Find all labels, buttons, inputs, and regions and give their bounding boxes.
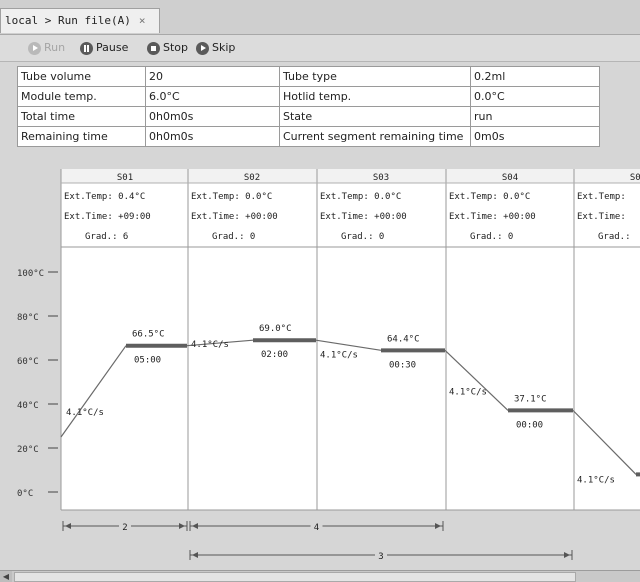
segment-remaining-value: 0m0s (470, 126, 600, 147)
state-label: State (279, 106, 471, 127)
loop-count-label: 2 (122, 523, 127, 533)
loop-arrow-icon (564, 552, 570, 558)
hotlid-temp-label: Hotlid temp. (279, 86, 471, 107)
segment-name: S04 (502, 173, 518, 183)
segment-ext-time: Ext.Time: +00:00 (449, 212, 536, 222)
segment-grad: Grad.: 0 (341, 232, 384, 242)
temperature-profile-chart: 100°C 80°C 60°C 40°C 20°C 0°C S01 Ext.Temp: 0.4… (17, 169, 640, 562)
loop-arrow-icon (435, 523, 441, 529)
play-icon (28, 41, 41, 55)
tab-run-file[interactable]: local > Run file(A) × (0, 8, 160, 33)
segment-remaining-label: Current segment remaining time (279, 126, 471, 147)
run-button[interactable]: Run (28, 39, 65, 57)
tube-volume-label: Tube volume (17, 66, 146, 87)
hold-time-label: 00:30 (389, 360, 416, 370)
segment-header-strip (61, 169, 640, 183)
module-temp-value: 6.0°C (145, 86, 280, 107)
segment-ext-temp: Ext.Temp: 0.0°C (320, 192, 401, 202)
segment-grad: Grad.: 0 (212, 232, 255, 242)
remaining-time-label: Remaining time (17, 126, 146, 147)
segment-grad: Grad.: (598, 232, 631, 242)
ramp-rate-label: 4.1°C/s (320, 350, 358, 360)
table-row: Tube volume 20 Tube type 0.2ml (17, 66, 600, 87)
y-tick-label: 60°C (17, 357, 39, 367)
total-time-label: Total time (17, 106, 146, 127)
loop-count-label: 3 (378, 552, 383, 562)
segment-ext-temp: Ext.Temp: 0.4°C (64, 192, 145, 202)
close-icon[interactable]: × (139, 14, 146, 27)
y-tick-label: 100°C (17, 269, 44, 279)
ramp-rate-label: 4.1°C/s (66, 408, 104, 418)
tube-type-value: 0.2ml (470, 66, 600, 87)
segment-ext-temp: Ext.Temp: 0.0°C (191, 192, 272, 202)
table-row: Module temp. 6.0°C Hotlid temp. 0.0°C (17, 86, 600, 107)
hold-time-label: 02:00 (261, 350, 288, 360)
hold-temp-label: 69.0°C (259, 324, 292, 334)
segment-name: S05 (630, 173, 640, 183)
segment-ext-temp: Ext.Temp: 0.0°C (449, 192, 530, 202)
ramp-rate-label: 4.1°C/s (577, 475, 615, 485)
loop-arrow-icon (192, 523, 198, 529)
stop-button[interactable]: Stop (147, 39, 188, 57)
run-info-table: Tube volume 20 Tube type 0.2ml Module te… (17, 66, 600, 147)
segment-ext-temp: Ext.Temp: (577, 192, 626, 202)
run-label: Run (44, 41, 66, 54)
skip-button[interactable]: Skip (196, 39, 235, 57)
hold-time-label: 05:00 (134, 356, 161, 366)
segment-name: S01 (117, 173, 133, 183)
pause-button[interactable]: Pause (80, 39, 128, 57)
y-tick-label: 20°C (17, 445, 39, 455)
skip-icon (196, 41, 209, 55)
hold-temp-label: 64.4°C (387, 334, 420, 344)
tab-title: local > Run file(A) (5, 14, 131, 27)
module-temp-label: Module temp. (17, 86, 146, 107)
pause-label: Pause (96, 41, 129, 54)
horizontal-scrollbar[interactable]: ◀ (0, 570, 640, 582)
skip-label: Skip (212, 41, 236, 54)
segment-ext-time: Ext.Time: +00:00 (191, 212, 278, 222)
stop-icon (147, 41, 160, 55)
toolbar: Run Pause Stop Skip (0, 35, 640, 62)
ramp-rate-label: 4.1°C/s (449, 387, 487, 397)
segment-name: S02 (244, 173, 260, 183)
loop-count-label: 4 (314, 523, 319, 533)
segment-name: S03 (373, 173, 389, 183)
ramp-rate-label: 4.1°C/s (191, 340, 229, 350)
segment-grad: Grad.: 0 (470, 232, 513, 242)
segment-grad: Grad.: 6 (85, 232, 128, 242)
y-tick-label: 0°C (17, 489, 33, 499)
remaining-time-value: 0h0m0s (145, 126, 280, 147)
segment-ext-time: Ext.Time: +09:00 (64, 212, 151, 222)
table-row: Total time 0h0m0s State run (17, 106, 600, 127)
stop-label: Stop (163, 41, 189, 54)
pause-icon (80, 41, 93, 55)
hold-temp-label: 66.5°C (132, 330, 165, 340)
tube-type-label: Tube type (279, 66, 471, 87)
y-tick-label: 80°C (17, 313, 39, 323)
hold-temp-label: 37.1°C (514, 394, 547, 404)
loop-arrow-icon (65, 523, 71, 529)
hold-time-label: 00:00 (516, 420, 543, 430)
scroll-left-arrow-icon[interactable]: ◀ (0, 571, 12, 582)
table-row: Remaining time 0h0m0s Current segment re… (17, 126, 600, 147)
hotlid-temp-value: 0.0°C (470, 86, 600, 107)
loop-arrow-icon (192, 552, 198, 558)
y-tick-label: 40°C (17, 401, 39, 411)
total-time-value: 0h0m0s (145, 106, 280, 127)
segment-ext-time: Ext.Time: (577, 212, 626, 222)
state-value: run (470, 106, 600, 127)
loop-arrow-icon (179, 523, 185, 529)
tube-volume-value: 20 (145, 66, 280, 87)
segment-ext-time: Ext.Time: +00:00 (320, 212, 407, 222)
tab-bar: local > Run file(A) × (0, 0, 640, 35)
